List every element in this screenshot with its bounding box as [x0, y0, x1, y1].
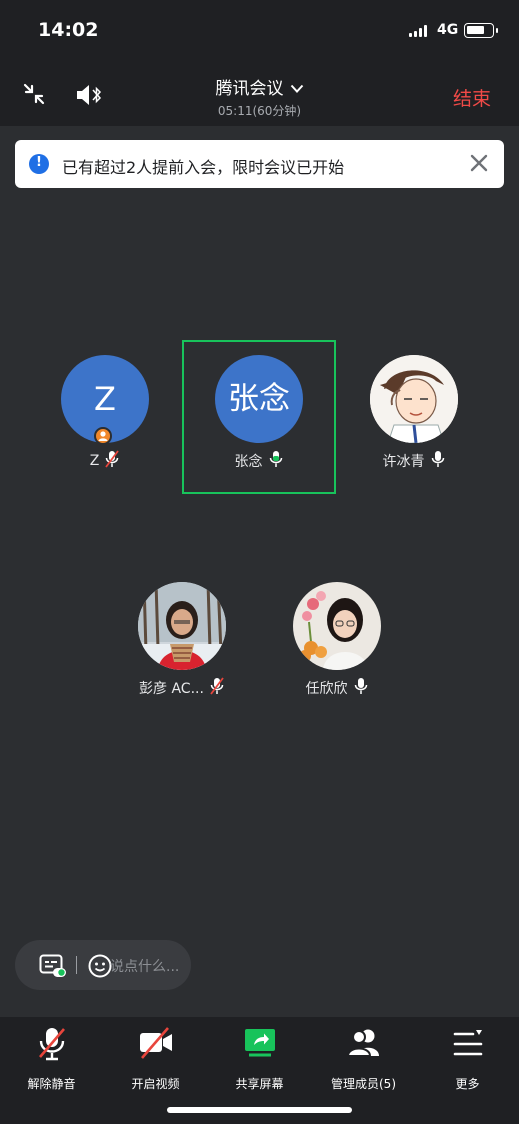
notice-text: 已有超过2人提前入会，限时会议已开始	[62, 158, 345, 177]
chat-input-pill[interactable]: 说点什么...	[15, 940, 191, 990]
meeting-header: 腾讯会议 05:11(60分钟) 结束	[0, 60, 519, 126]
more-label: 更多	[455, 1077, 480, 1091]
emoji-icon[interactable]	[88, 954, 112, 982]
divider	[76, 956, 77, 974]
network-type: 4G	[437, 22, 459, 38]
more-menu-icon	[453, 1030, 482, 1056]
participant-tile-zhangnian[interactable]: 张念 张念	[182, 340, 336, 494]
close-icon[interactable]	[468, 152, 490, 174]
participant-name-row: 任欣欣	[260, 677, 414, 699]
manage-members-label: 管理成员(5)	[331, 1077, 396, 1091]
participant-name: Z	[89, 453, 100, 469]
participant-name-row: 张念	[184, 450, 334, 472]
meeting-title-row[interactable]: 腾讯会议	[0, 74, 519, 99]
share-screen-icon	[244, 1029, 275, 1057]
participant-name: 许冰青	[382, 454, 425, 470]
more-button[interactable]: 更多	[416, 1025, 519, 1095]
participant-tile-renxinxin[interactable]: 任欣欣	[260, 567, 414, 721]
avatar: 张念	[215, 355, 303, 443]
participant-name-row: Z	[28, 450, 182, 472]
mic-muted-icon	[104, 450, 120, 472]
share-screen-button[interactable]: 共享屏幕	[208, 1025, 311, 1095]
participant-tile-xubingqing[interactable]: 许冰青	[337, 340, 491, 494]
notice-banner: 已有超过2人提前入会，限时会议已开始	[15, 140, 504, 188]
meeting-title[interactable]: 腾讯会议	[216, 79, 284, 99]
share-screen-label: 共享屏幕	[235, 1077, 284, 1091]
participant-name: 张念	[234, 454, 263, 470]
mic-speaking-icon	[268, 450, 284, 472]
chat-placeholder[interactable]: 说点什么...	[110, 956, 179, 976]
participant-name: 彭彦 AC...	[139, 681, 204, 697]
battery-icon	[464, 23, 498, 38]
members-icon	[346, 1029, 379, 1057]
avatar	[370, 355, 458, 443]
end-meeting-button[interactable]: 结束	[453, 84, 491, 111]
unmute-button[interactable]: 解除静音	[0, 1025, 103, 1095]
camera-off-icon	[139, 1027, 172, 1059]
participant-name: 任欣欣	[305, 681, 348, 697]
home-indicator[interactable]	[167, 1107, 352, 1113]
host-badge-icon	[94, 427, 112, 445]
meeting-duration: 05:11(60分钟)	[217, 104, 302, 118]
mic-icon	[353, 677, 369, 699]
subtitle-icon[interactable]	[39, 954, 67, 982]
chevron-down-icon[interactable]	[290, 79, 304, 99]
mic-muted-icon	[38, 1028, 65, 1061]
status-time: 14:02	[38, 19, 99, 41]
mic-muted-icon	[209, 677, 225, 699]
participant-tile-pengyan[interactable]: 彭彦 AC...	[105, 567, 259, 721]
unmute-label: 解除静音	[27, 1077, 76, 1091]
avatar	[138, 582, 226, 670]
participant-name-row: 许冰青	[337, 450, 491, 472]
mic-icon	[430, 450, 446, 472]
participant-name-row: 彭彦 AC...	[105, 677, 259, 699]
start-video-button[interactable]: 开启视频	[104, 1025, 207, 1095]
participant-tile-z[interactable]: Z Z	[28, 340, 182, 494]
status-bar: 14:02 4G	[0, 0, 519, 60]
avatar	[293, 582, 381, 670]
manage-members-button[interactable]: 管理成员(5)	[312, 1025, 415, 1095]
info-icon	[29, 154, 49, 174]
signal-icon	[409, 25, 427, 37]
start-video-label: 开启视频	[131, 1077, 180, 1091]
